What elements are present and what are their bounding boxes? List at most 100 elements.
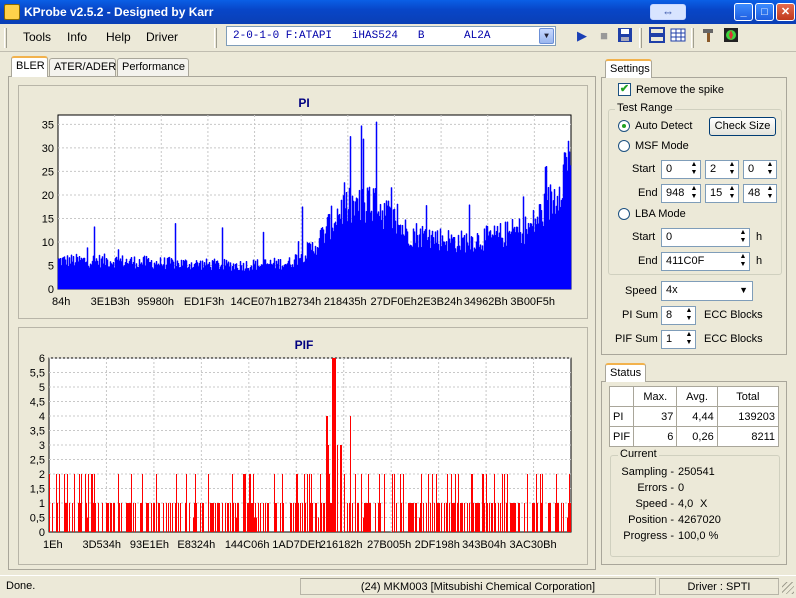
pif-bar [494,474,495,532]
pif-bar [230,503,231,532]
speed-select[interactable]: 4x ▼ [661,281,753,301]
pif-bar [328,445,329,532]
tab-status[interactable]: Status [605,363,646,382]
tab-settings[interactable]: Settings [605,59,652,78]
resize-grip-icon[interactable] [782,582,794,594]
pif-bar [127,503,128,532]
chevron-down-icon: ▼ [739,285,748,295]
menu-info[interactable]: Info [67,30,87,44]
menu-driver[interactable]: Driver [146,30,178,44]
split-layout-icon[interactable] [648,27,666,45]
table-row: PI 37 4,44 139203 [608,406,780,427]
pif-bar [410,503,411,532]
pif-bar [421,474,422,532]
chevron-down-icon[interactable]: ▼ [539,28,554,44]
msf-start-sec[interactable]: 2 ▲ ▼ [705,160,739,179]
pif-bar [59,474,60,532]
tab-performance[interactable]: Performance [117,58,189,76]
msf-end-frame[interactable]: 48 ▲ ▼ [743,184,777,203]
msf-start-min[interactable]: 0 ▲ ▼ [661,160,701,179]
pif-bar [297,474,298,532]
minimize-button[interactable]: _ [734,3,753,21]
pif-bar [349,503,350,532]
pif-bar [250,474,251,532]
restore-arrows-icon[interactable]: ⇔ [650,4,686,20]
save-icon[interactable] [616,27,634,45]
msf-start-frame[interactable]: 0 ▲ ▼ [743,160,777,179]
pif-bar [311,474,312,532]
pif-bar [434,503,435,532]
pif-bar [419,517,420,532]
toolbar-separator [691,28,694,48]
pif-bar [166,503,167,532]
close-button[interactable]: ✕ [776,3,795,21]
row-label: PI [608,406,635,427]
menu-help[interactable]: Help [106,30,131,44]
remove-spike-checkbox[interactable]: ✔ [618,83,631,96]
pif-bar [168,503,169,532]
tab-ater-ader[interactable]: ATER/ADER [49,58,116,76]
pif-bar [519,503,520,532]
stop-icon[interactable]: ■ [595,27,613,45]
x-tick-label: 216182h [320,539,363,551]
play-icon[interactable]: ▶ [573,27,591,45]
pif-bar [513,503,514,532]
app-icon [4,4,20,20]
lba-mode-radio[interactable] [618,208,630,220]
x-tick-label: 3AC30Bh [510,539,557,551]
position-value: 4267020 [678,514,721,526]
pif-bar [449,503,450,532]
msf-end-min[interactable]: 948 ▲ ▼ [661,184,701,203]
lba-end-input[interactable]: 411C0F ▲ ▼ [661,252,750,271]
pif-bar [218,503,219,532]
y-tick-label: 6 [39,353,45,365]
pif-bar [426,503,427,532]
pif-sum-input[interactable]: 1 ▲ ▼ [661,330,696,349]
pif-bar [129,503,130,532]
pif-bar [557,503,558,532]
pif-bar [258,503,259,532]
msf-end-label: End [638,187,658,199]
lba-mode-label: LBA Mode [635,208,686,220]
pif-bar [471,474,472,532]
tab-bler[interactable]: BLER [11,56,48,77]
pif-bar [534,503,535,532]
pif-bar [67,474,68,532]
about-icon[interactable] [722,27,740,45]
tools-icon[interactable] [700,27,718,45]
x-tick-label: 1Eh [43,539,63,551]
drive-select[interactable]: 2-0-1-0 F:ATAPI iHAS524 B AL2A ▼ [226,26,556,46]
pif-bar [195,474,196,532]
msf-end-sec[interactable]: 15 ▲ ▼ [705,184,739,203]
msf-mode-radio[interactable] [618,140,630,152]
x-tick-label: 144C06h [225,539,270,551]
y-tick-label: 5,5 [30,368,45,380]
pif-bar [489,503,490,532]
errors-label: Errors - [637,482,674,494]
pif-bar [316,503,317,532]
pif-bar [321,503,322,532]
pif-sum-label: PIF Sum [615,333,658,345]
lba-start-input[interactable]: 0 ▲ ▼ [661,228,750,247]
pif-bar [394,474,395,532]
pif-bar [141,503,142,532]
menu-tools[interactable]: Tools [23,30,51,44]
maximize-button[interactable]: □ [755,3,774,21]
x-tick-label: 27DF0Eh [370,296,416,308]
pi-sum-input[interactable]: 8 ▲ ▼ [661,306,696,325]
y-tick-label: 1,5 [30,484,45,496]
check-size-button[interactable]: Check Size [709,117,776,136]
x-tick-label: E8324h [177,539,215,551]
pif-bar [439,503,440,532]
pif-bar [312,503,313,532]
table-layout-icon[interactable] [669,27,687,45]
test-range-label: Test Range [615,102,675,114]
pif-bar [432,474,433,532]
y-tick-label: 5 [48,260,54,272]
pif-bar [202,503,203,532]
spin-icon: ▲ ▼ [690,161,698,176]
pif-bar [324,503,325,532]
auto-detect-radio[interactable] [618,120,630,132]
x-tick-label: 95980h [137,296,174,308]
toolbar-grip [214,28,217,48]
